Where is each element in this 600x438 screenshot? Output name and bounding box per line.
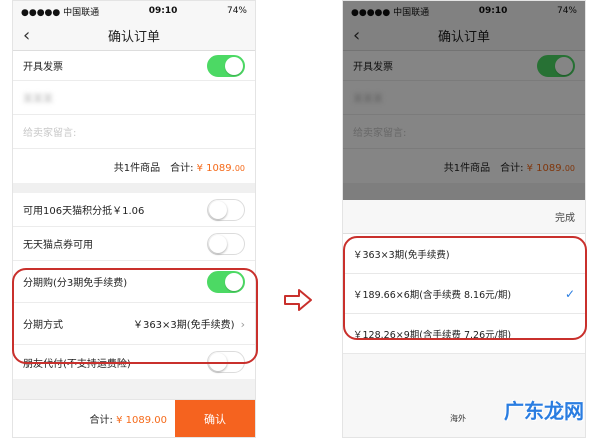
option-label: ￥189.66×6期(含手续费 8.16元/期) [353,289,512,301]
nav-bar: ‹ 确认订单 [13,21,255,51]
order-info-section: 开具发票 某某某 给卖家留言: 共1件商品 合计: ¥ 1089.00 [13,51,255,183]
left-phone-screen: ●●●●● 中国联通 09:10 74% ‹ 确认订单 开具发票 某某某 给卖家… [12,0,256,438]
blurred-text: 某某某 [23,94,53,105]
installment-row: 分期购(分3期免手续费) [13,261,255,303]
points-label: 可用106天猫积分抵￥1.06 [23,206,145,217]
right-arrow-icon [284,289,312,311]
battery-label: 74% [226,6,247,16]
payment-options-section: 可用106天猫积分抵￥1.06 无天猫点券可用 分期购(分3期免手续费) 分期方… [13,193,255,379]
section-gap [13,183,255,193]
watermark-logo: 广东龙网 [504,399,584,423]
picker-toolbar: 完成 [343,200,585,234]
toggle-knob [225,56,243,75]
coupon-row: 无天猫点券可用 [13,227,255,261]
toggle-knob [209,234,227,253]
chevron-left-icon[interactable]: ‹ [23,25,30,46]
bottom-total: 合计: ¥ 1089.00 [90,411,167,426]
chevron-right-icon: › [240,318,245,331]
confirm-button[interactable]: 确认 [175,399,255,437]
dimmed-background: ●●●●● 中国联通 09:10 74% ‹ 确认订单 开具发票 某某某 给卖家… [343,1,585,200]
coupon-toggle[interactable] [207,232,245,255]
installment-method-row[interactable]: 分期方式 ￥363×3期(免手续费) › [13,303,255,345]
carrier-label: ●●●●● 中国联通 [21,7,100,18]
order-summary-row: 共1件商品 合计: ¥ 1089.00 [13,149,255,183]
subtotal-amount: ¥ 1089.00 [197,163,245,174]
blurred-info-row: 某某某 [13,81,255,115]
items-count: 共1件商品 [113,162,161,174]
invoice-label: 开具发票 [23,62,63,73]
installment-option-3[interactable]: ￥363×3期(免手续费) [343,234,585,274]
status-bar: ●●●●● 中国联通 09:10 74% [13,1,255,21]
points-toggle[interactable] [207,198,245,221]
installment-label: 分期购(分3期免手续费) [23,278,128,289]
installment-method-value-group: ￥363×3期(免手续费) › [133,316,245,331]
right-phone-screen: ●●●●● 中国联通 09:10 74% ‹ 确认订单 开具发票 某某某 给卖家… [342,0,586,438]
invoice-toggle[interactable] [207,54,245,77]
friend-pay-toggle[interactable] [207,351,245,373]
coupon-label: 无天猫点券可用 [23,240,93,251]
subtotal-amount-main: ¥ 1089. [196,162,235,174]
subtotal: 合计: ¥ 1089.00 [170,159,245,174]
installment-option-6[interactable]: ￥189.66×6期(含手续费 8.16元/期) ✓ [343,274,585,314]
toggle-knob [209,353,227,371]
installment-method-value: ￥363×3期(免手续费) [132,320,235,331]
subtotal-cents: 00 [234,163,245,173]
modal-overlay[interactable] [343,1,585,200]
bottom-total-label: 合计: [89,415,113,426]
installment-method-label: 分期方式 [23,320,63,331]
option-label: ￥363×3期(免手续费) [353,249,450,261]
done-button[interactable]: 完成 [555,209,575,224]
toggle-knob [209,200,227,219]
watermark-small-text: 海外 [450,414,466,423]
installment-option-9[interactable]: ￥128.26×9期(含手续费 7.26元/期) [343,314,585,354]
status-time: 09:10 [148,6,178,16]
toggle-knob [225,272,243,291]
seller-message-input[interactable]: 给卖家留言: [23,124,76,139]
points-row: 可用106天猫积分抵￥1.06 [13,193,255,227]
checkmark-icon: ✓ [564,286,575,301]
option-label: ￥128.26×9期(含手续费 7.26元/期) [353,329,512,341]
page-title: 确认订单 [107,30,160,45]
installment-toggle[interactable] [207,270,245,293]
seller-message-row[interactable]: 给卖家留言: [13,115,255,149]
subtotal-label: 合计: [170,162,194,174]
friend-pay-label: 朋友代付(不支持运费险) [23,358,131,370]
bottom-total-amount: ¥ 1089.00 [116,415,167,426]
bottom-bar: 合计: ¥ 1089.00 确认 [13,399,255,437]
invoice-row: 开具发票 [13,51,255,81]
friend-pay-row: 朋友代付(不支持运费险) [13,345,255,379]
